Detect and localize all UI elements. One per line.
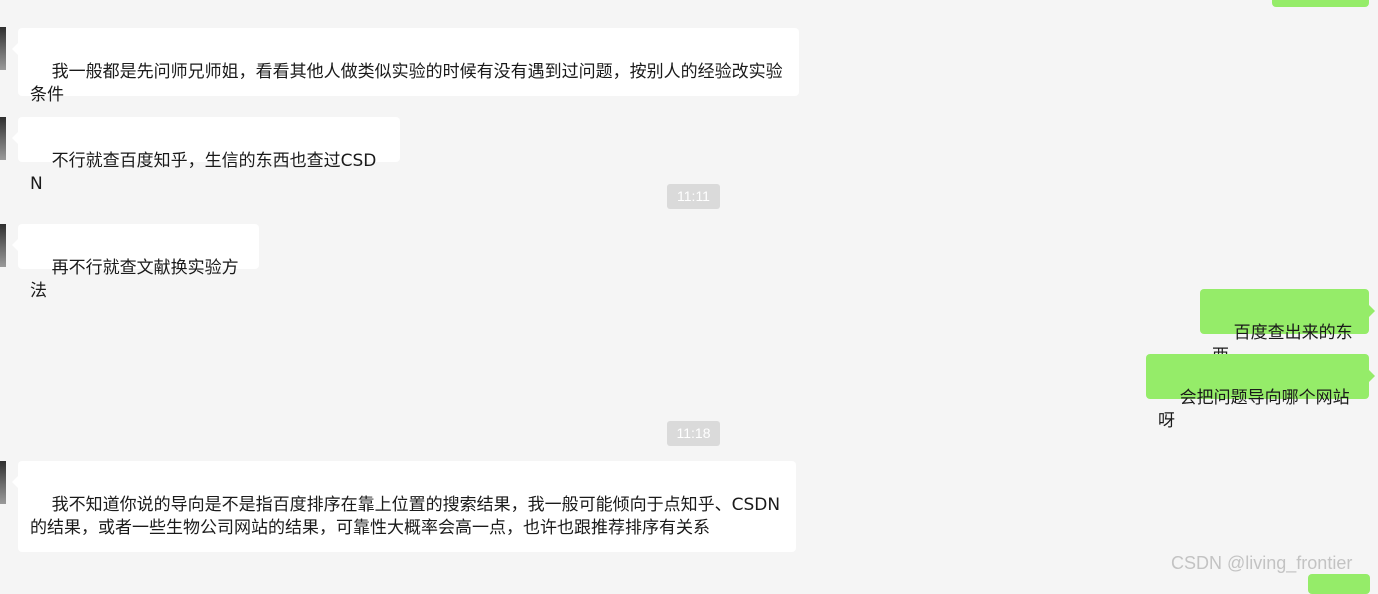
message-text: 再不行就查文献换实验方法 [30, 258, 239, 301]
incoming-message-bubble[interactable]: 我不知道你说的导向是不是指百度排序在靠上位置的搜索结果，我一般可能倾向于点知乎、… [12, 461, 796, 552]
timestamp-text: 11:18 [676, 425, 711, 441]
sender-avatar[interactable] [0, 224, 6, 267]
outgoing-message-bubble-partial-bottom[interactable] [1308, 574, 1370, 594]
message-text: 我不知道你说的导向是不是指百度排序在靠上位置的搜索结果，我一般可能倾向于点知乎、… [30, 495, 781, 538]
timestamp-text: 11:11 [677, 188, 710, 204]
incoming-message-bubble[interactable]: 不行就查百度知乎，生信的东西也查过CSDN [12, 117, 400, 194]
incoming-message-bubble[interactable]: 再不行就查文献换实验方法 [12, 224, 259, 301]
csdn-watermark: CSDN @living_frontier [1171, 553, 1353, 573]
message-text: 会把问题导向哪个网站呀 [1158, 388, 1350, 431]
outgoing-message-bubble[interactable]: 会把问题导向哪个网站呀 [1146, 354, 1375, 431]
sender-avatar[interactable] [0, 117, 6, 160]
sender-avatar[interactable] [0, 27, 6, 70]
outgoing-message-bubble-partial-top[interactable] [1272, 0, 1369, 7]
message-timestamp: 11:18 [667, 421, 720, 446]
message-text: 我一般都是先问师兄师姐，看看其他人做类似实验的时候有没有遇到过问题，按别人的经验… [30, 62, 783, 105]
message-timestamp: 11:11 [667, 184, 720, 209]
sender-avatar[interactable] [0, 461, 6, 504]
incoming-message-bubble[interactable]: 我一般都是先问师兄师姐，看看其他人做类似实验的时候有没有遇到过问题，按别人的经验… [12, 28, 799, 105]
message-text: 不行就查百度知乎，生信的东西也查过CSDN [30, 151, 377, 194]
outgoing-message-bubble[interactable]: 百度查出来的东西 [1200, 289, 1375, 366]
